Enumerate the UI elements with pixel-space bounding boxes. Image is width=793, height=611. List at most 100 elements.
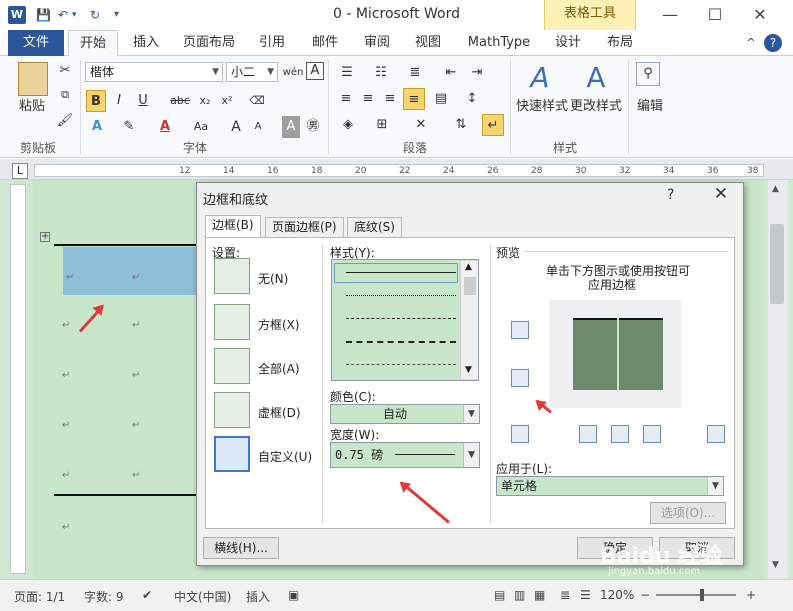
shading-icon[interactable]: ◈ xyxy=(336,114,360,136)
shrink-font-button[interactable]: A xyxy=(250,116,266,138)
setting-grid-icon[interactable] xyxy=(214,392,250,428)
align-left-icon[interactable]: ≡ xyxy=(336,88,356,110)
scroll-down-icon[interactable]: ▼ xyxy=(465,365,472,375)
setting-none-icon[interactable] xyxy=(214,258,250,294)
language[interactable]: 中文(中国) xyxy=(174,588,231,605)
bold-button[interactable]: B xyxy=(86,90,106,112)
decrease-indent-icon[interactable]: ⇤ xyxy=(440,62,462,84)
tab-mailings[interactable]: 邮件 xyxy=(305,30,345,56)
zoom-out-icon[interactable]: − xyxy=(640,588,650,602)
close-button[interactable]: ✕ xyxy=(745,4,775,26)
font-size-combo[interactable]: 小二 ▼ xyxy=(226,62,278,82)
help-icon[interactable]: ? xyxy=(764,34,782,52)
font-color-icon[interactable]: A xyxy=(154,116,176,138)
scrollbar-thumb[interactable] xyxy=(770,224,784,304)
tab-file[interactable]: 文件 xyxy=(8,30,64,56)
setting-custom-icon[interactable] xyxy=(214,436,250,472)
tab-view[interactable]: 视图 xyxy=(408,30,448,56)
tab-insert[interactable]: 插入 xyxy=(124,30,168,56)
editing-button[interactable]: 编辑 xyxy=(630,96,670,118)
multilevel-list-icon[interactable]: ≣ xyxy=(404,62,426,84)
dialog-help-button[interactable]: ? xyxy=(667,187,674,203)
horizontal-ruler[interactable]: 12 14 16 18 20 22 24 26 28 30 32 34 36 3… xyxy=(34,164,764,177)
change-case-button[interactable]: Aa xyxy=(188,116,214,138)
setting-grid-label[interactable]: 虚框(D) xyxy=(258,404,301,421)
dialog-close-button[interactable]: ✕ xyxy=(709,184,733,204)
numbering-icon[interactable]: ☷ xyxy=(370,62,392,84)
minimize-button[interactable]: — xyxy=(655,4,685,26)
char-border-icon[interactable]: A xyxy=(306,62,324,80)
italic-button[interactable]: I xyxy=(110,90,128,112)
grow-font-button[interactable]: A xyxy=(228,116,244,138)
zoom-level[interactable]: 120% xyxy=(600,588,634,602)
distributed-icon[interactable]: ▤ xyxy=(430,88,452,110)
setting-box-label[interactable]: 方框(X) xyxy=(258,316,300,333)
full-screen-icon[interactable]: ▥ xyxy=(514,588,525,602)
borders-icon[interactable]: ⊞ xyxy=(370,114,394,136)
word-count[interactable]: 字数: 9 xyxy=(84,588,124,605)
apply-to-select[interactable]: 单元格 ▼ xyxy=(496,476,724,496)
setting-none-label[interactable]: 无(N) xyxy=(258,270,288,287)
web-layout-icon[interactable]: ▦ xyxy=(534,588,545,602)
cut-icon[interactable]: ✂ xyxy=(56,60,74,82)
format-painter-icon[interactable]: 🖌 xyxy=(56,110,74,132)
tab-borders[interactable]: 边框(B) xyxy=(205,215,261,238)
selected-style-row[interactable] xyxy=(334,263,458,283)
diag-up-border-button[interactable] xyxy=(707,425,725,443)
top-border-button[interactable] xyxy=(511,321,529,339)
binoculars-icon[interactable]: ⚲ xyxy=(636,62,660,86)
border-style-list[interactable]: ▲ ▼ xyxy=(331,259,479,381)
quick-styles-icon[interactable]: A xyxy=(522,60,558,96)
show-marks-icon[interactable]: ↵ xyxy=(482,114,504,136)
setting-box-icon[interactable] xyxy=(214,304,250,340)
tab-layout[interactable]: 布局 xyxy=(602,30,638,56)
style-dashed[interactable] xyxy=(346,341,456,343)
align-right-icon[interactable]: ≡ xyxy=(380,88,400,110)
underline-button[interactable]: U xyxy=(134,90,152,112)
bottom-border-button[interactable] xyxy=(511,369,529,387)
tab-page-border[interactable]: 页面边框(P) xyxy=(265,217,344,237)
inside-vertical-border-button[interactable] xyxy=(611,425,629,443)
tab-references[interactable]: 引用 xyxy=(252,30,292,56)
scroll-up-icon[interactable]: ▲ xyxy=(772,184,779,194)
selected-cell[interactable] xyxy=(63,247,196,295)
change-styles-button[interactable]: 更改样式 xyxy=(568,96,624,118)
style-solid[interactable] xyxy=(346,272,456,273)
setting-all-label[interactable]: 全部(A) xyxy=(258,360,300,377)
style-dashed-small[interactable] xyxy=(346,318,456,319)
clear-format-icon[interactable]: ⌫ xyxy=(246,90,268,112)
tab-page-layout[interactable]: 页面布局 xyxy=(178,30,240,56)
tab-shading[interactable]: 底纹(S) xyxy=(347,217,402,237)
chinese-layout-icon[interactable]: ✕ xyxy=(408,114,434,136)
options-button[interactable]: 选项(O)... xyxy=(650,502,726,524)
collapse-ribbon-icon[interactable]: ^ xyxy=(742,30,760,56)
align-center-icon[interactable]: ≡ xyxy=(358,88,378,110)
strikethrough-button[interactable]: abc xyxy=(168,90,192,112)
table-move-handle-icon[interactable]: + xyxy=(40,232,50,242)
zoom-slider-thumb[interactable] xyxy=(700,589,704,601)
change-styles-icon[interactable]: A xyxy=(578,60,614,96)
font-name-combo[interactable]: 楷体 ▼ xyxy=(85,62,223,82)
char-shading-icon[interactable]: A xyxy=(282,116,300,138)
width-select[interactable]: 0.75 磅 ▼ xyxy=(330,442,480,468)
setting-all-icon[interactable] xyxy=(214,348,250,384)
diag-down-border-button[interactable] xyxy=(511,425,529,443)
bullets-icon[interactable]: ☰ xyxy=(336,62,358,84)
macro-icon[interactable]: ▣ xyxy=(288,588,299,602)
quick-styles-button[interactable]: 快速样式 xyxy=(514,96,570,118)
highlight-color-icon[interactable]: ✎ xyxy=(118,116,140,138)
tab-design[interactable]: 设计 xyxy=(550,30,586,56)
horizontal-line-button[interactable]: 横线(H)... xyxy=(203,537,279,559)
paste-button[interactable]: 粘贴 xyxy=(10,96,54,118)
insert-mode[interactable]: 插入 xyxy=(246,588,270,605)
setting-custom-label[interactable]: 自定义(U) xyxy=(258,448,312,465)
subscript-button[interactable]: x₂ xyxy=(196,90,214,112)
tab-review[interactable]: 审阅 xyxy=(357,30,397,56)
copy-icon[interactable]: ⧉ xyxy=(56,84,74,106)
outline-icon[interactable]: ≣ xyxy=(560,588,570,602)
text-effect-icon[interactable]: A xyxy=(86,116,108,138)
vertical-ruler[interactable] xyxy=(10,184,26,574)
left-border-button[interactable] xyxy=(579,425,597,443)
preview-table[interactable] xyxy=(573,318,663,390)
phonetic-guide-icon[interactable]: wén xyxy=(282,62,304,84)
